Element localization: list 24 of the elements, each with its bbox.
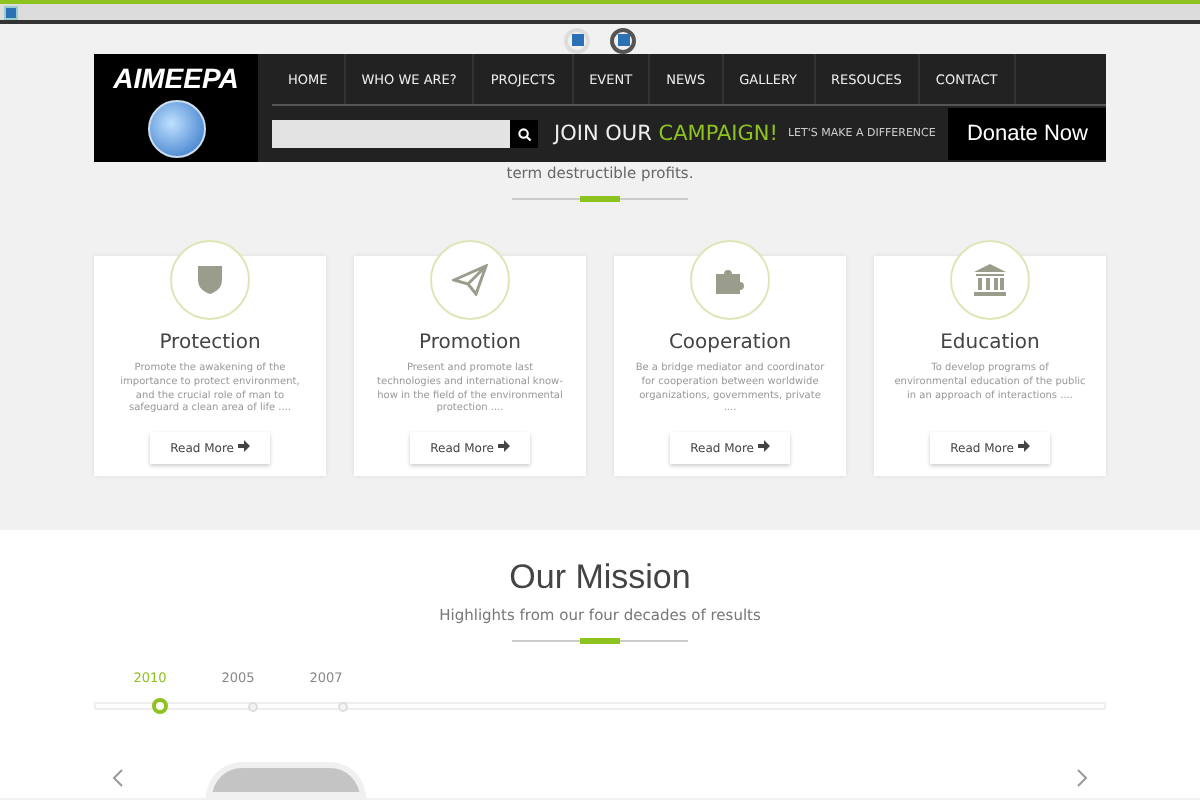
page-icon	[4, 5, 18, 19]
card-title: Protection	[159, 332, 261, 354]
card-title: Promotion	[419, 332, 521, 354]
timeline-node[interactable]	[338, 701, 348, 711]
shield-icon	[196, 264, 224, 296]
building-icon	[972, 264, 1008, 296]
arrow-right-icon	[757, 440, 770, 452]
card-title: Cooperation	[668, 332, 792, 354]
campaign-text: JOIN OUR CAMPAIGN!	[554, 122, 778, 146]
logo-text: AIMEEPA	[113, 62, 239, 94]
donate-button[interactable]: Donate Now	[948, 108, 1106, 160]
timeline-node[interactable]	[248, 701, 258, 711]
arrow-right-icon	[1017, 440, 1030, 452]
card-title: Education	[940, 332, 1040, 354]
timeline-node[interactable]	[152, 698, 168, 714]
search-icon	[517, 127, 531, 141]
paper-plane-icon	[452, 264, 488, 296]
puzzle-piece-icon	[714, 264, 746, 296]
arrow-right-icon	[497, 440, 510, 452]
search-button[interactable]	[510, 120, 538, 148]
arrow-right-icon	[237, 440, 250, 452]
section-title: Our Mission	[509, 558, 691, 598]
globe-icon	[147, 100, 205, 158]
search-field[interactable]	[272, 120, 510, 148]
